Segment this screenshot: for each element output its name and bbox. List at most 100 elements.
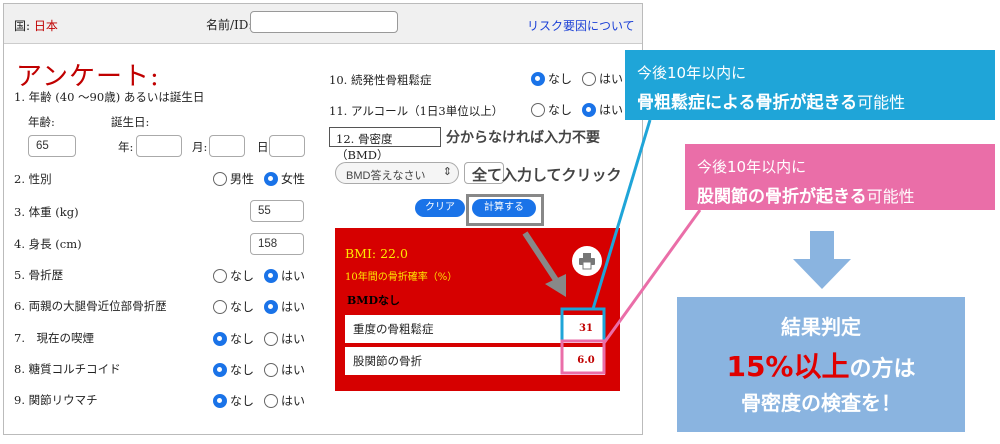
secondary-osteoporosis-radio: なし はい [531,70,633,87]
callout-bold-text: 骨粗鬆症による骨折が起きる [637,93,858,113]
name-label: 名前/ID: [206,18,253,32]
weight-input[interactable]: 55 [250,200,304,222]
radio-yes[interactable] [582,71,597,86]
radio-no[interactable] [213,299,227,314]
print-button[interactable] [572,246,602,276]
year-label: 年: [118,140,134,154]
bmd-select[interactable]: BMD答えなさい ⇕ [335,162,459,184]
height-input[interactable]: 158 [250,233,304,255]
birthdate-label: 誕生日: [111,115,150,129]
option-yes[interactable]: はい [582,70,623,87]
radio-yes[interactable] [264,299,279,314]
hip-fracture-row: 股関節の骨折 [345,347,605,375]
judgement-threshold: 15%以上の方は [677,345,965,385]
country-value[interactable]: 日本 [34,19,58,33]
q8-label: 8. 糖質コルチコイド [14,362,121,376]
radio-no[interactable] [213,268,227,283]
enter-all-and-click-note: 全て入力してクリック [472,166,622,184]
birth-month-input[interactable] [209,135,245,157]
callout-line2: 股関節の骨折が起きる可能性 [697,182,915,207]
judgement-title: 結果判定 [781,315,861,339]
risk-factors-link[interactable]: リスク要因について [527,17,635,34]
hip-fracture-value: 6.0 [568,347,604,375]
glucocorticoid-radio: なし はい [213,361,315,378]
option-yes[interactable]: はい [582,101,623,118]
country-indicator: 国: 日本 [14,17,58,34]
fracture-probability-label: 10年間の骨折確率（%） [345,272,458,283]
option-no[interactable]: なし [531,101,572,118]
radio-female[interactable] [264,171,279,186]
option-no[interactable]: なし [213,267,254,284]
option-no[interactable]: なし [213,361,254,378]
callout-rest-text: 可能性 [866,187,915,206]
bmi-value: BMI: 22.0 [345,246,408,261]
radio-yes[interactable] [582,102,597,117]
q2-label: 2. 性別 [14,172,52,186]
q11-label: 11. アルコール（1日3単位以上） [329,104,504,118]
option-no[interactable]: なし [213,330,254,347]
option-yes[interactable]: はい [264,392,305,409]
age-input[interactable]: 65 [28,135,76,157]
hip-fracture-label: 股関節の骨折 [353,354,422,368]
fracture-history-radio: なし はい [213,267,315,284]
option-no[interactable]: なし [213,298,254,315]
callout-line1: 今後10年以内に [637,64,747,82]
radio-yes[interactable] [264,331,279,346]
bmd-select-value: BMD答えなさい [346,170,426,182]
q6-label: 6. 両親の大腿骨近位部骨折歴 [14,299,167,313]
radio-yes[interactable] [264,268,279,283]
calculate-button[interactable]: 計算する [472,199,536,217]
q3-label: 3. 体重 (kg) [14,205,79,219]
clear-button[interactable]: クリア [415,199,465,217]
birth-day-input[interactable] [269,135,305,157]
option-yes[interactable]: はい [264,298,305,315]
age-label: 年齢: [28,115,55,129]
sex-male-option[interactable]: 男性 [213,170,254,187]
major-osteoporotic-row: 重度の骨粗鬆症 [345,315,605,343]
radio-yes[interactable] [264,362,279,377]
radio-no[interactable] [213,331,227,346]
callout-rest-text: 可能性 [857,93,906,112]
sex-female-option[interactable]: 女性 [264,170,305,187]
major-osteoporotic-label: 重度の骨粗鬆症 [353,322,434,336]
judgement-threshold-rest: の方は [849,357,916,382]
q9-label: 9. 関節リウマチ [14,393,98,407]
q7-label: 7. 現在の喫煙 [14,331,94,345]
major-fracture-callout: 今後10年以内に 骨粗鬆症による骨折が起きる可能性 [625,50,995,120]
bmd-optional-note: 分からなければ入力不要 [446,130,600,146]
questionnaire-form: 国: 日本 名前/ID: リスク要因について アンケート: 1. 年齢 (40 … [3,3,643,435]
radio-male[interactable] [213,171,227,186]
major-osteoporotic-value: 31 [568,315,604,343]
callout-bold-text: 股関節の骨折が起きる [697,187,867,207]
option-yes[interactable]: はい [264,330,305,347]
parent-hip-fracture-radio: なし はい [213,298,315,315]
radio-no[interactable] [213,393,227,408]
q12-label: 12. 骨密度（BMD） [329,127,441,162]
radio-no[interactable] [531,102,545,117]
option-yes[interactable]: はい [264,361,305,378]
judgement-threshold-value: 15%以上 [726,350,850,383]
page-title: アンケート: [16,62,160,92]
radio-no[interactable] [531,71,545,86]
option-no[interactable]: なし [531,70,572,87]
topbar: 国: 日本 名前/ID: リスク要因について [4,4,642,44]
judgement-recommendation: 骨密度の検査を！ [741,391,901,415]
down-arrow-icon [793,231,851,289]
name-id-input[interactable] [250,11,398,33]
radio-yes[interactable] [264,393,279,408]
country-label: 国: [14,19,34,33]
result-judgement-box: 結果判定 15%以上の方は 骨密度の検査を！ [677,297,965,432]
month-label: 月: [192,140,208,154]
bmd-none-label: BMDなし [347,294,401,307]
q5-label: 5. 骨折歴 [14,268,64,282]
rheumatoid-arthritis-radio: なし はい [213,392,315,409]
alcohol-radio: なし はい [531,101,633,118]
birth-year-input[interactable] [136,135,182,157]
smoking-radio: なし はい [213,330,315,347]
hip-fracture-callout: 今後10年以内に 股関節の骨折が起きる可能性 [685,144,995,210]
radio-no[interactable] [213,362,227,377]
printer-icon [579,253,595,270]
option-no[interactable]: なし [213,392,254,409]
select-arrows-icon: ⇕ [442,166,452,178]
option-yes[interactable]: はい [264,267,305,284]
